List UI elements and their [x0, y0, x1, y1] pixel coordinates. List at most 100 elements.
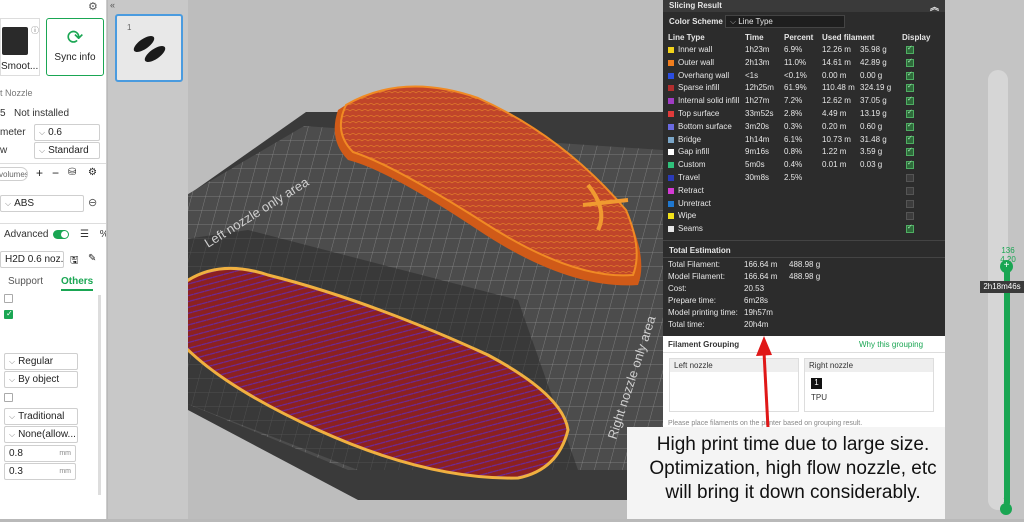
line-type-name: Inner wall: [678, 45, 713, 54]
annotation-box: High print time due to large size. Optim…: [627, 427, 959, 519]
total-estimation-row: Model Filament: 166.64 m 488.98 g: [668, 272, 938, 281]
line-time: 3m20s: [745, 121, 770, 131]
display-checkbox[interactable]: [906, 44, 914, 54]
none-select[interactable]: ⌵ None(allow...: [4, 426, 78, 443]
line-type-name: Bridge: [678, 134, 702, 144]
display-checkbox[interactable]: [906, 212, 914, 221]
nozzle-status-row: 5 Not installed: [0, 108, 106, 119]
process-select[interactable]: H2D 0.6 noz...: [0, 251, 64, 268]
line-length: 110.48 m: [822, 83, 855, 93]
bottom-slider-handle[interactable]: [1000, 503, 1012, 515]
total-value-1: 6m28s: [744, 296, 769, 305]
3d-viewport[interactable]: Left nozzle only area Right nozzle only …: [123, 0, 663, 519]
line-percent: 7.2%: [784, 96, 803, 106]
color-swatch: [668, 98, 674, 105]
save-icon[interactable]: 🖫: [70, 253, 79, 270]
diameter-select[interactable]: ⌵ 0.6: [34, 124, 100, 141]
plus-icon[interactable]: +: [36, 166, 43, 180]
display-checkbox[interactable]: [906, 121, 914, 131]
display-checkbox[interactable]: [906, 159, 914, 170]
regular-select[interactable]: ⌵ Regular: [4, 353, 78, 370]
color-swatch: [668, 187, 674, 194]
sync-info-button[interactable]: ⟳ Sync info: [46, 18, 104, 76]
display-checkbox[interactable]: [906, 199, 914, 208]
value2: 0.3: [9, 466, 23, 477]
option-checkbox-checked[interactable]: [4, 309, 13, 319]
color-scheme-select[interactable]: ⌵ Line Type: [725, 15, 845, 28]
color-swatch: [668, 175, 674, 181]
total-label: Model Filament:: [668, 272, 725, 281]
display-checkbox[interactable]: [906, 108, 914, 118]
line-type-name: Overhang wall: [678, 70, 730, 80]
traditional-select[interactable]: ⌵ Traditional: [4, 408, 78, 425]
line-type-name: Internal solid infill: [678, 96, 740, 106]
printer-preset-card[interactable]: ⓘ Smoot...: [0, 18, 40, 76]
display-checkbox[interactable]: [906, 70, 914, 80]
value2-input[interactable]: 0.3 mm: [4, 463, 76, 480]
filament-select[interactable]: ⌵ ABS: [0, 195, 84, 212]
filament-sync-icon[interactable]: ⛁: [68, 167, 76, 178]
scrollbar[interactable]: [98, 295, 101, 495]
collapse-icon[interactable]: «: [110, 0, 115, 10]
col-line-type: Line Type: [668, 33, 705, 42]
line-time: 12h25m: [745, 83, 774, 93]
line-type-name: Retract: [678, 185, 704, 195]
option-checkbox[interactable]: [4, 294, 13, 303]
line-length: 0.00 m: [822, 70, 847, 80]
display-checkbox[interactable]: [906, 82, 914, 93]
display-checkbox[interactable]: [906, 134, 914, 144]
total-value-1: 166.64 m: [744, 272, 778, 281]
table-row: Top surface 33m52s 2.8% 4.49 m 13.19 g: [663, 108, 945, 122]
flow-select[interactable]: ⌵ Standard: [34, 142, 100, 159]
display-checkbox[interactable]: [906, 57, 914, 67]
by-object-select[interactable]: ⌵ By object: [4, 371, 78, 388]
display-checkbox[interactable]: [906, 95, 914, 106]
line-time: 33m52s: [745, 109, 774, 118]
minus-icon[interactable]: −: [52, 166, 59, 180]
filament-remove-icon[interactable]: ⊖: [88, 196, 97, 209]
plate-thumbnail[interactable]: 1: [115, 14, 183, 82]
top-slider-handle[interactable]: +: [1000, 260, 1013, 273]
printer-image: [2, 27, 28, 55]
annotation-line-1: High print time due to large size.: [656, 434, 930, 455]
line-weight: 324.19 g: [860, 83, 892, 93]
display-checkbox[interactable]: [906, 174, 914, 182]
value1: 0.8: [9, 448, 23, 459]
tab-others[interactable]: Others: [61, 276, 94, 291]
percent-icon[interactable]: %: [100, 229, 106, 240]
table-row: Outer wall 2h13m 11.0% 14.61 m 42.89 g: [663, 57, 945, 71]
tab-support[interactable]: Support: [8, 276, 43, 287]
divider: [0, 163, 106, 164]
volumes-button[interactable]: volumes: [0, 167, 28, 181]
option-checkbox[interactable]: [4, 393, 13, 402]
value1-input[interactable]: 0.8 mm: [4, 445, 76, 462]
total-value-2: 488.98 g: [789, 260, 821, 269]
edit-icon[interactable]: ✎: [88, 253, 96, 264]
advanced-toggle-row: Advanced ☰ %: [4, 229, 106, 240]
by-object-value: By object: [18, 374, 60, 385]
line-percent: <0.1%: [784, 70, 807, 80]
total-estimation-row: Total Filament: 166.64 m 488.98 g: [668, 260, 938, 269]
right-nozzle-box: Right nozzle 1 TPU: [804, 358, 934, 412]
why-grouping-link[interactable]: Why this grouping: [859, 340, 923, 349]
display-checkbox[interactable]: [906, 223, 914, 234]
line-percent: 2.5%: [784, 173, 803, 182]
layer-slider-panel: 136 4.20 + 2h18m46s 1: [945, 0, 1024, 519]
line-length: 12.62 m: [822, 96, 851, 106]
filament-material: TPU: [811, 393, 827, 402]
filament-slot-badge[interactable]: 1: [811, 378, 822, 389]
color-scheme-label: Color Scheme: [669, 17, 723, 26]
line-percent: 11.0%: [784, 57, 807, 67]
regular-value: Regular: [18, 356, 54, 367]
display-checkbox[interactable]: [906, 186, 914, 195]
list-icon[interactable]: ☰: [80, 229, 89, 240]
display-checkbox[interactable]: [906, 146, 914, 157]
line-time: 1h23m: [745, 45, 770, 54]
advanced-toggle[interactable]: [53, 229, 70, 239]
info-icon[interactable]: ⓘ: [31, 25, 39, 36]
panel-header: Slicing Result ︽: [663, 0, 945, 12]
gear-icon[interactable]: ⚙: [88, 0, 98, 13]
filament-gear-icon[interactable]: ⚙: [88, 167, 97, 178]
table-row: Gap infill 9m16s 0.8% 1.22 m 3.59 g: [663, 146, 945, 160]
collapse-chevron-icon[interactable]: ︽: [930, 0, 939, 13]
